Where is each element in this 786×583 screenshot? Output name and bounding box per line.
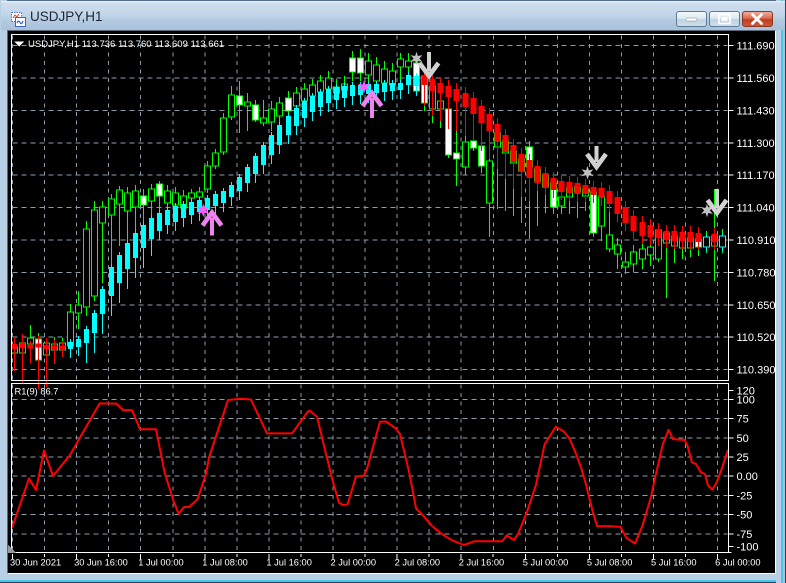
svg-text:25: 25 [737, 452, 749, 464]
svg-text:111.300: 111.300 [737, 138, 775, 150]
svg-text:110.780: 110.780 [737, 267, 776, 279]
svg-text:110.390: 110.390 [737, 365, 776, 377]
svg-text:0.00: 0.00 [737, 471, 758, 483]
svg-text:1 Jul 08:00: 1 Jul 08:00 [202, 558, 248, 568]
svg-text:110.520: 110.520 [737, 332, 776, 344]
svg-text:75: 75 [737, 414, 749, 426]
svg-text:-100: -100 [737, 542, 759, 554]
svg-text:100: 100 [737, 394, 755, 406]
svg-text:6 Jul 00:00: 6 Jul 00:00 [715, 558, 761, 568]
svg-text:-50: -50 [737, 510, 753, 522]
svg-text:110.910: 110.910 [737, 235, 776, 247]
svg-text:111.690: 111.690 [737, 41, 775, 53]
svg-text:5 Jul 00:00: 5 Jul 00:00 [523, 558, 569, 568]
svg-text:111.560: 111.560 [737, 73, 775, 85]
svg-text:111.040: 111.040 [737, 203, 775, 215]
svg-text:111.170: 111.170 [737, 170, 775, 182]
svg-text:30 Jun 16:00: 30 Jun 16:00 [74, 558, 128, 568]
svg-text:2 Jul 00:00: 2 Jul 00:00 [331, 558, 377, 568]
svg-text:1 Jul 00:00: 1 Jul 00:00 [138, 558, 184, 568]
svg-text:110.650: 110.650 [737, 300, 776, 312]
svg-text:-75: -75 [737, 529, 753, 541]
svg-text:USDJPY,H1 113.736 113.760 113.: USDJPY,H1 113.736 113.760 113.609 113.66… [28, 39, 224, 50]
svg-text:5 Jul 16:00: 5 Jul 16:00 [651, 558, 697, 568]
svg-text:2 Jul 08:00: 2 Jul 08:00 [395, 558, 441, 568]
svg-text:5 Jul 08:00: 5 Jul 08:00 [587, 558, 633, 568]
svg-text:2 Jul 16:00: 2 Jul 16:00 [459, 558, 505, 568]
svg-text:50: 50 [737, 433, 749, 445]
svg-text:R1(9) 86.7: R1(9) 86.7 [15, 387, 59, 397]
svg-text:1 Jul 16:00: 1 Jul 16:00 [266, 558, 312, 568]
svg-text:111.430: 111.430 [737, 105, 775, 117]
svg-text:-25: -25 [737, 490, 753, 502]
svg-text:30 Jun 2021: 30 Jun 2021 [10, 558, 61, 568]
